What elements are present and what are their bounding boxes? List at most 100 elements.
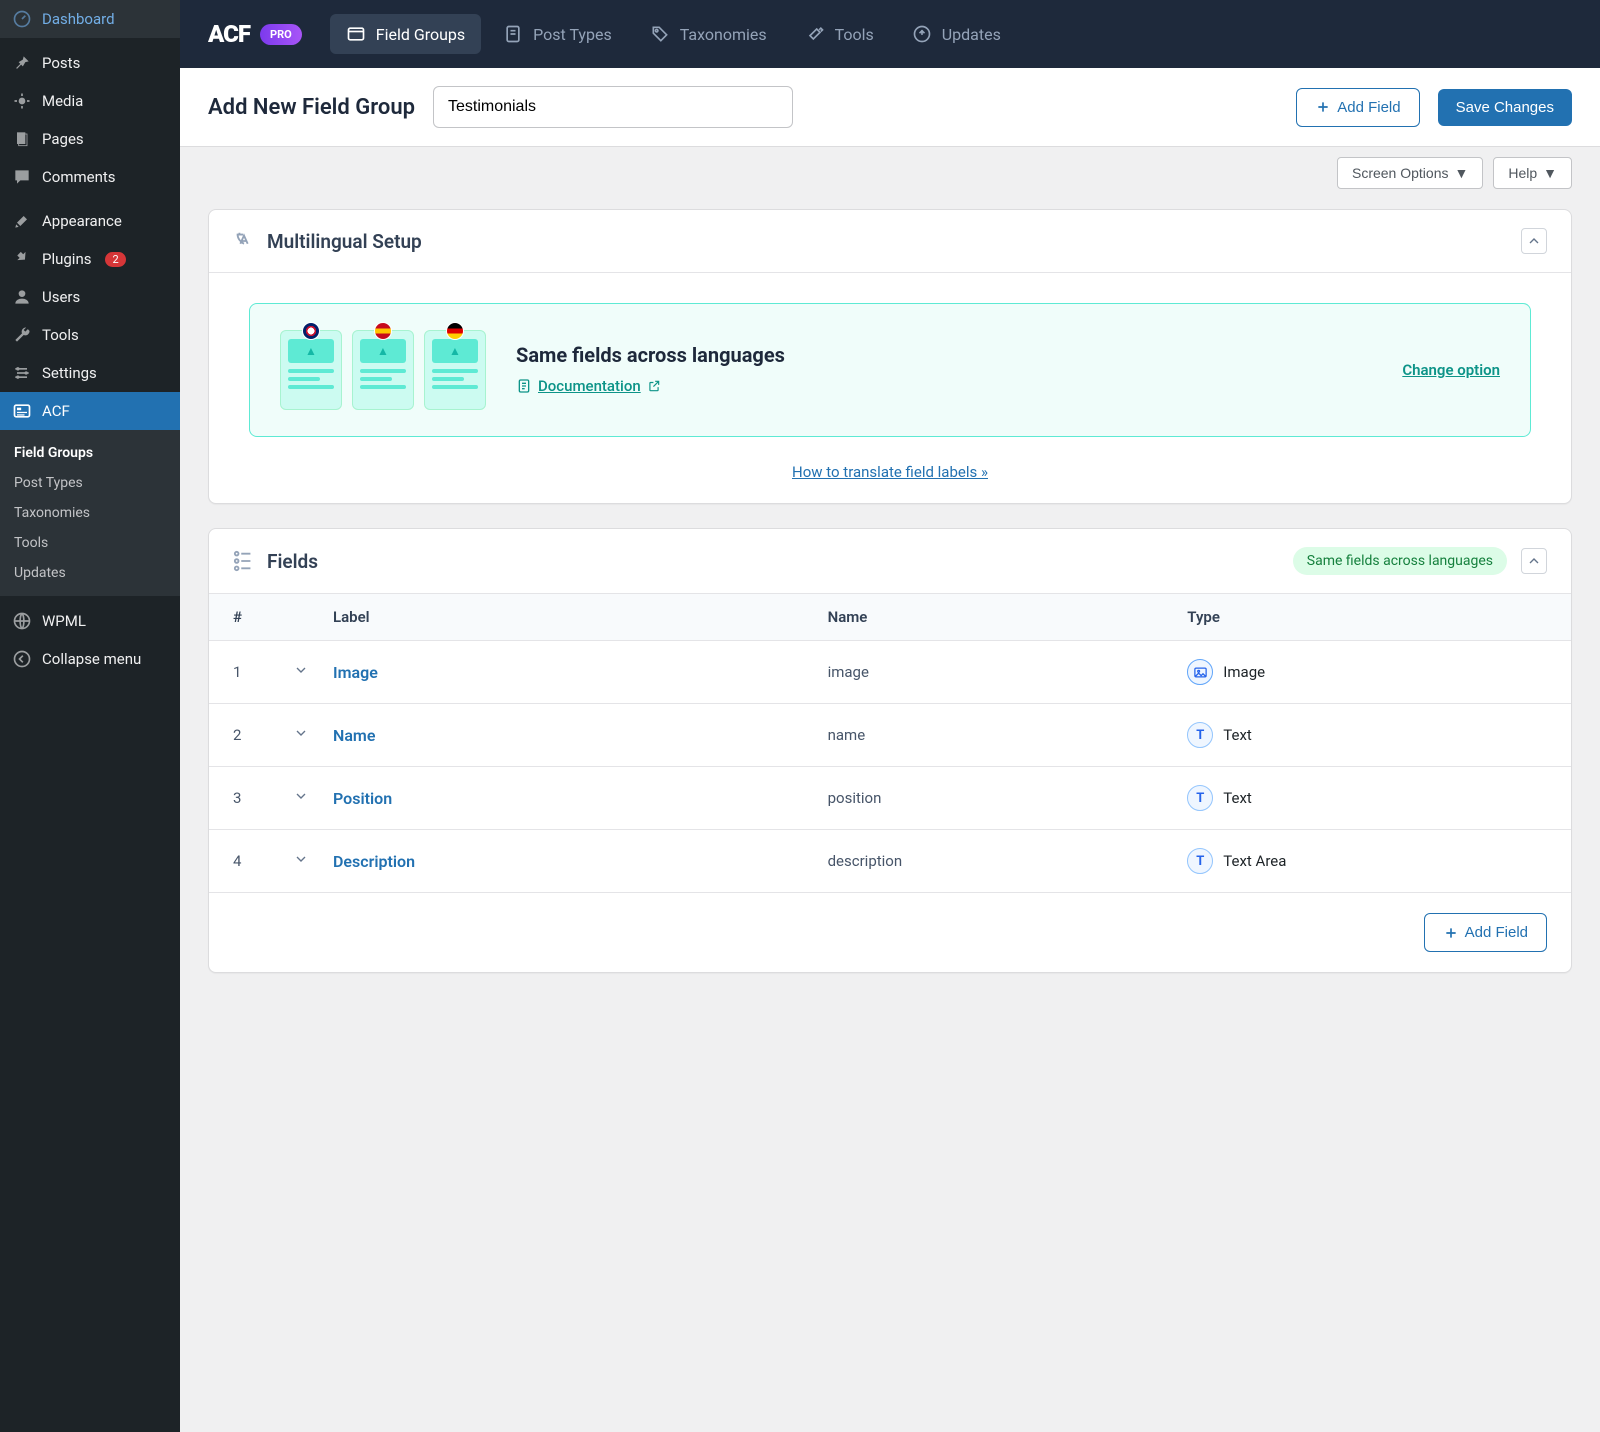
field-label-link[interactable]: Name [333,726,375,745]
sidebar-sub-tools[interactable]: Tools [0,528,180,558]
page-icon [12,129,32,149]
sidebar-item-label: Pages [42,130,84,148]
field-label-link[interactable]: Position [333,789,392,808]
field-label-link[interactable]: Image [333,663,378,682]
nav-item-icon [912,24,932,44]
field-row[interactable]: 1 Image image Image [209,641,1571,704]
doc-icon [516,378,532,394]
nav-field-groups[interactable]: Field Groups [330,14,481,54]
user-icon [12,287,32,307]
acf-logo: ACF [208,20,250,48]
type-text-icon: T [1187,722,1213,748]
nav-item-label: Tools [835,25,874,44]
external-link-icon [647,379,661,393]
expand-toggle[interactable] [293,725,333,745]
sidebar-item-users[interactable]: Users [0,278,180,316]
sidebar-item-acf[interactable]: ACF [0,392,180,430]
acf-icon [12,401,32,421]
group-title-input[interactable] [433,86,793,128]
acf-topbar: ACF PRO Field Groups Post Types Taxonomies… [180,0,1600,68]
change-option-link[interactable]: Change option [1402,361,1500,379]
translate-labels-link[interactable]: How to translate field labels » [792,463,988,481]
chevron-up-icon [1526,553,1542,569]
field-order: 1 [233,663,293,681]
caret-down-icon: ▼ [1454,165,1468,181]
nav-taxonomies[interactable]: Taxonomies [634,14,783,54]
fields-icon [233,550,255,572]
chevron-down-icon [293,851,309,867]
settings-icon [12,363,32,383]
sidebar-sub-updates[interactable]: Updates [0,558,180,588]
media-icon [12,91,32,111]
sidebar-item-collapse-menu[interactable]: Collapse menu [0,640,180,678]
add-field-button-bottom[interactable]: Add Field [1424,913,1547,952]
save-changes-button[interactable]: Save Changes [1438,89,1572,126]
sidebar-item-label: Comments [42,168,116,186]
field-label-link[interactable]: Description [333,852,415,871]
sidebar-item-label: Settings [42,364,97,382]
multilingual-setup-card: Multilingual Setup ▲ ▲ ▲ [208,209,1572,504]
chevron-down-icon [293,662,309,678]
sidebar-item-comments[interactable]: Comments [0,158,180,196]
sidebar-item-label: Posts [42,54,80,72]
chevron-down-icon [293,725,309,741]
nav-updates[interactable]: Updates [896,14,1017,54]
sidebar-sub-post-types[interactable]: Post Types [0,468,180,498]
sidebar-item-label: Collapse menu [42,650,141,668]
nav-item-icon [503,24,523,44]
sidebar-item-label: Media [42,92,83,110]
field-row[interactable]: 2 Name name T Text [209,704,1571,767]
field-type: T Text Area [1187,848,1547,874]
sidebar-item-label: Dashboard [42,10,115,28]
field-name: name [828,726,1188,744]
sidebar-item-tools[interactable]: Tools [0,316,180,354]
field-name: position [828,789,1188,807]
sidebar-item-wpml[interactable]: WPML [0,602,180,640]
screen-options-button[interactable]: Screen Options ▼ [1337,157,1483,189]
sidebar-sub-field-groups[interactable]: Field Groups [0,438,180,468]
nav-item-label: Taxonomies [680,25,767,44]
sidebar-item-label: Plugins [42,250,91,268]
admin-sidebar: Dashboard Posts Media Pages Comments Appearan… [0,0,180,1432]
sidebar-item-plugins[interactable]: Plugins 2 [0,240,180,278]
sidebar-item-label: Tools [42,326,79,344]
comment-icon [12,167,32,187]
expand-toggle[interactable] [293,662,333,682]
field-row[interactable]: 4 Description description T Text Area [209,830,1571,892]
nav-item-label: Post Types [533,25,612,44]
page-title: Add New Field Group [208,95,415,120]
collapse-button[interactable] [1521,548,1547,574]
nav-item-label: Field Groups [376,25,465,44]
wpml-icon [12,611,32,631]
field-row[interactable]: 3 Position position T Text [209,767,1571,830]
plugin-icon [12,249,32,269]
collapse-button[interactable] [1521,228,1547,254]
type-image-icon [1187,659,1213,685]
pro-badge: PRO [260,24,302,45]
expand-toggle[interactable] [293,788,333,808]
expand-toggle[interactable] [293,851,333,871]
add-field-button[interactable]: Add Field [1296,88,1419,127]
help-button[interactable]: Help ▼ [1493,157,1572,189]
sidebar-item-settings[interactable]: Settings [0,354,180,392]
nav-item-icon [805,24,825,44]
fields-card: Fields Same fields across languages # La… [208,528,1572,973]
nav-post-types[interactable]: Post Types [487,14,628,54]
sidebar-sub-taxonomies[interactable]: Taxonomies [0,498,180,528]
nav-item-label: Updates [942,25,1001,44]
count-badge: 2 [105,252,125,267]
documentation-link[interactable]: Documentation [516,377,661,395]
sidebar-item-media[interactable]: Media [0,82,180,120]
sidebar-item-dashboard[interactable]: Dashboard [0,0,180,38]
chevron-up-icon [1526,233,1542,249]
field-order: 4 [233,852,293,870]
nav-item-icon [346,24,366,44]
pin-icon [12,53,32,73]
field-order: 3 [233,789,293,807]
sidebar-item-appearance[interactable]: Appearance [0,202,180,240]
field-type: Image [1187,659,1547,685]
sidebar-item-pages[interactable]: Pages [0,120,180,158]
sidebar-item-posts[interactable]: Posts [0,44,180,82]
nav-tools[interactable]: Tools [789,14,890,54]
brush-icon [12,211,32,231]
